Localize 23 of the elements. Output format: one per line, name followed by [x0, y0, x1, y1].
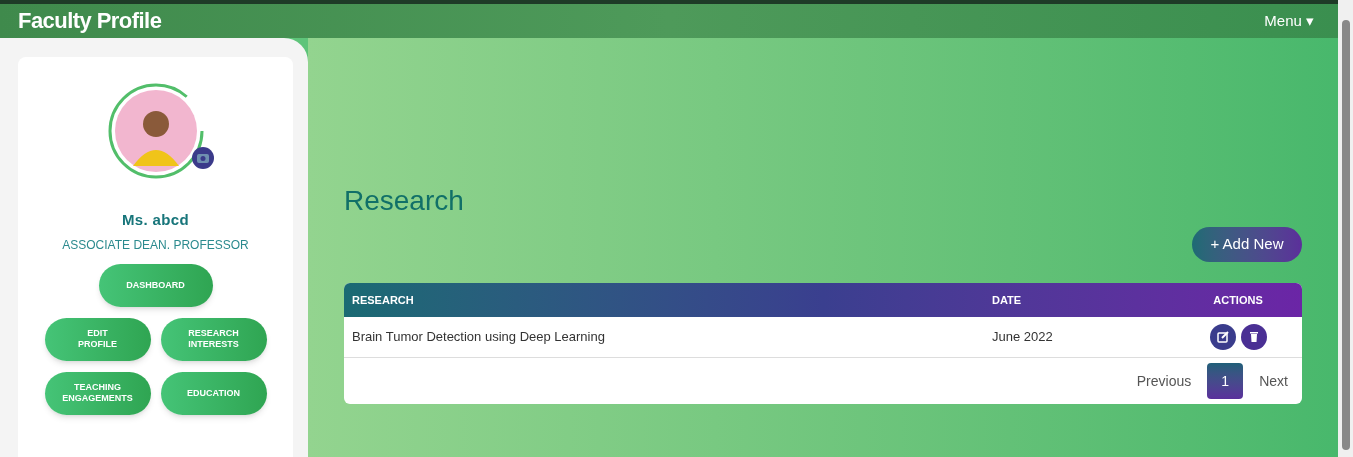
- column-header: ACTIONS: [1212, 292, 1264, 308]
- delete-icon[interactable]: [1240, 324, 1267, 350]
- column-header: DATE: [992, 292, 1023, 308]
- page-link[interactable]: 1: [1207, 363, 1244, 399]
- camera-icon[interactable]: [191, 147, 214, 169]
- table-cell-text: June 2022: [992, 328, 1054, 347]
- add-new-button[interactable]: + Add New: [1192, 227, 1302, 262]
- nav-button[interactable]: RESEARCH INTERESTS: [160, 317, 267, 361]
- page-link[interactable]: Previous: [1136, 370, 1192, 392]
- menu-dropdown[interactable]: Menu ▾: [1264, 9, 1314, 33]
- app-title: Faculty Profile: [18, 7, 162, 36]
- nav-button[interactable]: EDIT PROFILE: [44, 317, 151, 361]
- profile-role: ASSOCIATE DEAN. PROFESSOR: [62, 236, 249, 254]
- nav-button[interactable]: DASHBOARD: [98, 263, 213, 307]
- profile-name: Ms. abcd: [121, 210, 190, 230]
- table-cell-text: Brain Tumor Detection using Deep Learning: [352, 328, 606, 347]
- nav-button[interactable]: EDUCATION: [160, 371, 267, 415]
- nav-button[interactable]: TEACHING ENGAGEMENTS: [44, 371, 151, 415]
- edit-icon[interactable]: [1209, 324, 1236, 350]
- column-header: RESEARCH: [352, 292, 415, 308]
- page-link[interactable]: Next: [1259, 370, 1288, 392]
- page-title: Research: [344, 185, 465, 217]
- avatar-ring-icon: [107, 83, 204, 179]
